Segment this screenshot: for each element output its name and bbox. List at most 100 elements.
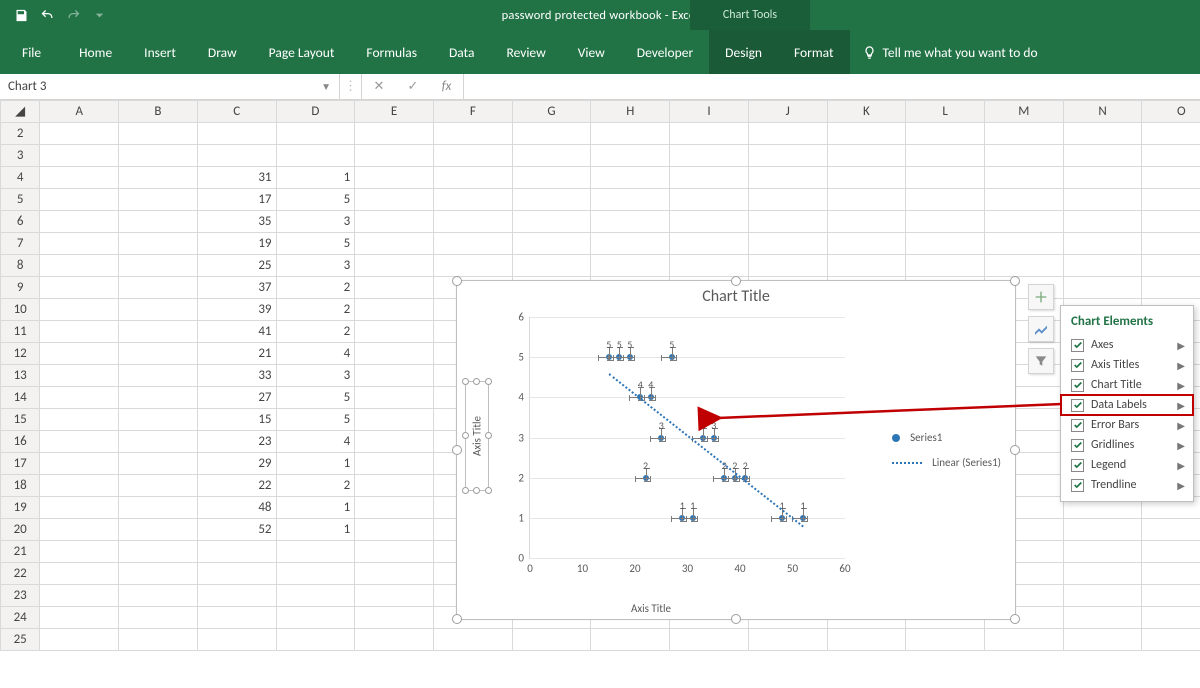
cell[interactable] <box>906 629 985 651</box>
cell[interactable] <box>355 189 434 211</box>
cell[interactable]: 5 <box>276 189 355 211</box>
row-header[interactable]: 13 <box>1 365 40 387</box>
cell[interactable] <box>40 123 119 145</box>
cell[interactable] <box>1142 277 1200 299</box>
cell[interactable] <box>40 497 119 519</box>
cell[interactable] <box>906 123 985 145</box>
checkbox[interactable] <box>1071 439 1084 452</box>
chevron-right-icon[interactable]: ▶ <box>1177 459 1185 472</box>
row-header[interactable]: 9 <box>1 277 40 299</box>
cell[interactable] <box>512 255 591 277</box>
cell[interactable] <box>355 629 434 651</box>
cell[interactable] <box>40 145 119 167</box>
cell[interactable] <box>433 233 512 255</box>
tab-file[interactable]: File <box>0 30 63 74</box>
cell[interactable] <box>827 189 906 211</box>
cell[interactable] <box>355 123 434 145</box>
cell[interactable]: 5 <box>276 387 355 409</box>
data-point[interactable]: 1 <box>779 515 785 521</box>
cell[interactable] <box>40 321 119 343</box>
cell[interactable] <box>748 211 827 233</box>
checkbox[interactable] <box>1071 399 1084 412</box>
cell[interactable] <box>197 585 276 607</box>
column-header[interactable]: M <box>984 101 1063 123</box>
cell[interactable] <box>670 629 749 651</box>
cell[interactable] <box>1063 563 1142 585</box>
row-header[interactable]: 11 <box>1 321 40 343</box>
cell[interactable] <box>984 167 1063 189</box>
cell[interactable] <box>670 233 749 255</box>
row-header[interactable]: 6 <box>1 211 40 233</box>
cell[interactable] <box>827 211 906 233</box>
cell[interactable] <box>119 387 198 409</box>
cell[interactable] <box>119 431 198 453</box>
data-point[interactable]: 1 <box>800 515 806 521</box>
cell[interactable] <box>984 255 1063 277</box>
cell[interactable] <box>906 189 985 211</box>
cell[interactable] <box>591 167 670 189</box>
checkbox[interactable] <box>1071 379 1084 392</box>
cell[interactable] <box>433 145 512 167</box>
resize-handle[interactable] <box>452 445 462 455</box>
cell[interactable] <box>906 255 985 277</box>
cell[interactable] <box>40 409 119 431</box>
cell[interactable] <box>197 541 276 563</box>
cell[interactable]: 52 <box>197 519 276 541</box>
tab-data[interactable]: Data <box>433 30 490 74</box>
cell[interactable] <box>197 629 276 651</box>
cell[interactable] <box>670 123 749 145</box>
checkbox[interactable] <box>1071 479 1084 492</box>
tab-review[interactable]: Review <box>490 30 561 74</box>
cell[interactable] <box>670 167 749 189</box>
cell[interactable] <box>433 629 512 651</box>
checkbox[interactable] <box>1071 339 1084 352</box>
cell[interactable] <box>197 123 276 145</box>
tab-design[interactable]: Design <box>709 30 778 74</box>
cell[interactable] <box>355 519 434 541</box>
column-header[interactable]: I <box>670 101 749 123</box>
cell[interactable] <box>355 563 434 585</box>
cell[interactable] <box>40 541 119 563</box>
cell[interactable] <box>1063 607 1142 629</box>
cell[interactable] <box>40 255 119 277</box>
column-header[interactable]: E <box>355 101 434 123</box>
row-header[interactable]: 16 <box>1 431 40 453</box>
qat-customize-icon[interactable] <box>86 2 112 28</box>
cell[interactable] <box>40 431 119 453</box>
cell[interactable] <box>355 233 434 255</box>
row-header[interactable]: 18 <box>1 475 40 497</box>
tab-home[interactable]: Home <box>63 30 128 74</box>
cell[interactable]: 19 <box>197 233 276 255</box>
cell[interactable] <box>1063 255 1142 277</box>
resize-handle[interactable] <box>452 276 462 286</box>
column-header[interactable]: C <box>197 101 276 123</box>
chart-element-gridlines[interactable]: Gridlines▶ <box>1061 435 1193 455</box>
chart-legend[interactable]: Series1 Linear (Series1) <box>892 425 1001 475</box>
cell[interactable] <box>1142 519 1200 541</box>
cell[interactable] <box>355 453 434 475</box>
cell[interactable] <box>119 475 198 497</box>
row-header[interactable]: 20 <box>1 519 40 541</box>
chevron-right-icon[interactable]: ▶ <box>1177 439 1185 452</box>
cell[interactable] <box>512 211 591 233</box>
cell[interactable]: 15 <box>197 409 276 431</box>
cell[interactable] <box>1063 145 1142 167</box>
cell[interactable] <box>748 123 827 145</box>
cell[interactable] <box>591 123 670 145</box>
x-axis-title[interactable]: Axis Title <box>457 602 845 615</box>
legend-entry[interactable]: Series1 <box>892 425 1001 450</box>
cell[interactable]: 48 <box>197 497 276 519</box>
row-header[interactable]: 25 <box>1 629 40 651</box>
cell[interactable] <box>748 167 827 189</box>
chart-element-chart-title[interactable]: Chart Title▶ <box>1061 375 1193 395</box>
resize-handle[interactable] <box>731 276 741 286</box>
enter-formula-button[interactable]: ✓ <box>396 74 430 99</box>
cell[interactable] <box>591 211 670 233</box>
cell[interactable]: 3 <box>276 365 355 387</box>
column-header[interactable]: D <box>276 101 355 123</box>
cell[interactable] <box>119 145 198 167</box>
cell[interactable] <box>1142 145 1200 167</box>
cell[interactable] <box>748 145 827 167</box>
cell[interactable] <box>512 189 591 211</box>
cell[interactable] <box>40 365 119 387</box>
